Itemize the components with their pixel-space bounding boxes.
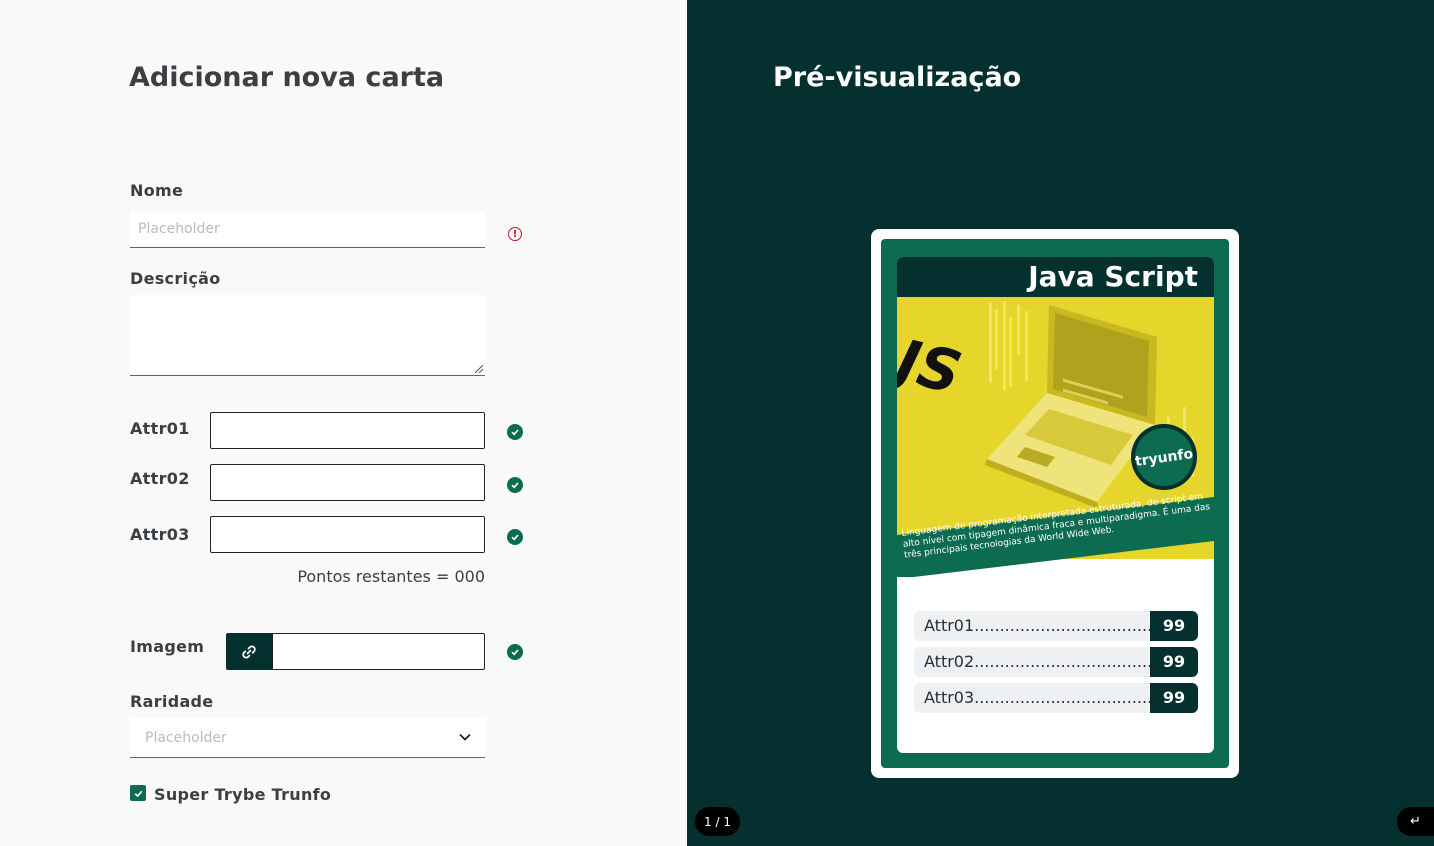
card-attr-label: Attr01..................................… <box>914 611 1150 641</box>
card-attr-value: 99 <box>1150 611 1198 641</box>
check-icon <box>507 477 523 493</box>
attr01-label: Attr01 <box>130 419 190 438</box>
rarity-select[interactable]: Placeholder <box>130 718 485 758</box>
card-body: Java Script JS tryunfo Linguagem de prog… <box>897 257 1214 753</box>
card-attr-label: Attr03..................................… <box>914 683 1150 713</box>
rarity-placeholder: Placeholder <box>145 730 227 746</box>
card-attr-row: Attr02..................................… <box>914 647 1198 677</box>
link-icon <box>226 633 272 670</box>
name-label: Nome <box>130 181 184 200</box>
pager-badge: 1 / 1 <box>695 807 740 836</box>
rarity-label: Raridade <box>130 692 214 711</box>
form-panel: Adicionar nova carta Nome Placeholder ! … <box>0 0 687 846</box>
attr02-label: Attr02 <box>130 469 190 488</box>
card-attr-label: Attr02..................................… <box>914 647 1150 677</box>
image-input[interactable] <box>272 633 485 670</box>
card-attr-row: Attr01..................................… <box>914 611 1198 641</box>
card-frame: Java Script JS tryunfo Linguagem de prog… <box>881 239 1229 768</box>
attr03-input[interactable] <box>210 516 485 553</box>
description-textarea[interactable] <box>130 295 485 376</box>
card-preview: Java Script JS tryunfo Linguagem de prog… <box>871 229 1239 778</box>
card-attr-row: Attr03..................................… <box>914 683 1198 713</box>
chevron-down-icon <box>459 733 471 741</box>
super-trunfo-label: Super Trybe Trunfo <box>154 785 332 804</box>
form-title: Adicionar nova carta <box>129 62 445 93</box>
card-attr-value: 99 <box>1150 683 1198 713</box>
card-attr-value: 99 <box>1150 647 1198 677</box>
attr02-input[interactable] <box>210 464 485 501</box>
error-icon: ! <box>508 227 522 241</box>
name-placeholder: Placeholder <box>138 221 220 237</box>
attr03-label: Attr03 <box>130 525 190 544</box>
check-icon <box>507 424 523 440</box>
image-label: Imagem <box>130 637 205 656</box>
check-icon <box>507 529 523 545</box>
attr01-input[interactable] <box>210 412 485 449</box>
super-trunfo-checkbox[interactable] <box>130 785 146 801</box>
resize-handle-icon[interactable] <box>475 365 483 373</box>
preview-title: Pré-visualização <box>773 62 1022 93</box>
check-icon <box>507 644 523 660</box>
points-remaining: Pontos restantes = 000 <box>297 567 485 586</box>
description-label: Descrição <box>130 269 221 288</box>
name-input[interactable]: Placeholder <box>130 211 485 248</box>
back-button[interactable]: ↵ <box>1397 807 1434 836</box>
return-icon: ↵ <box>1410 814 1421 829</box>
card-name: Java Script <box>897 257 1214 297</box>
